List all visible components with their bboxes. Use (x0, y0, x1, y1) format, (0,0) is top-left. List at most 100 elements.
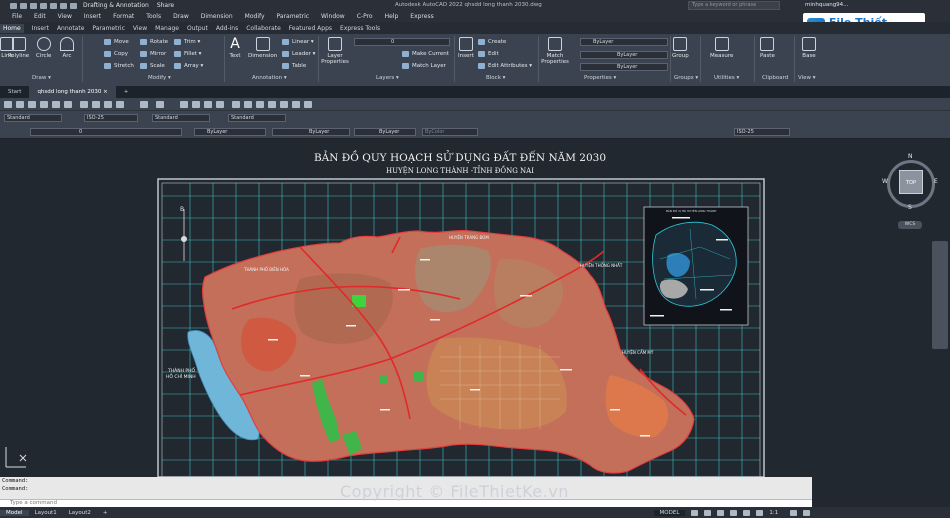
utilities-panel-label[interactable]: Utilities ▾ (714, 75, 739, 81)
plotstyle-control-dropdown[interactable]: ByColor (422, 128, 478, 136)
tab-addins[interactable]: Add-ins (216, 25, 238, 32)
linear-button[interactable]: Linear ▾ (282, 39, 314, 45)
color-dropdown[interactable]: ByLayer (580, 38, 668, 46)
dim-style-dropdown[interactable]: ISO-25 (84, 114, 138, 122)
customization-icon[interactable] (803, 509, 811, 516)
menu-cpro[interactable]: C-Pro (357, 13, 373, 20)
dim-style-control-dropdown[interactable]: ISO-25 (734, 128, 790, 136)
menu-file[interactable]: File (12, 13, 22, 20)
tab-manage[interactable]: Manage (155, 25, 179, 32)
group-tool[interactable]: Group (672, 37, 689, 59)
menu-help[interactable]: Help (385, 13, 399, 20)
paste-clip-icon[interactable] (104, 101, 112, 108)
zoom-window-icon[interactable] (204, 101, 212, 108)
quickcalc-icon[interactable] (292, 101, 300, 108)
save-as-icon[interactable] (40, 2, 47, 9)
menu-view[interactable]: View (58, 13, 72, 20)
snap-mode-icon[interactable] (704, 509, 712, 516)
create-block-button[interactable]: Create (478, 39, 506, 45)
tab-express-tools[interactable]: Express Tools (340, 25, 380, 32)
mleader-style-dropdown[interactable]: Standard (228, 114, 286, 122)
paste-tool[interactable]: Paste (760, 37, 775, 59)
workspace-switch-icon[interactable] (790, 509, 798, 516)
layer-control-dropdown[interactable]: 0 (30, 128, 182, 136)
linetype-control-dropdown[interactable]: ByLayer (272, 128, 350, 136)
menu-tools[interactable]: Tools (146, 13, 161, 20)
color-control-dropdown[interactable]: ByLayer (194, 128, 266, 136)
user-account[interactable]: minhquang94... (805, 2, 848, 8)
copy-clip-icon[interactable] (92, 101, 100, 108)
menu-draw[interactable]: Draw (173, 13, 189, 20)
edit-block-button[interactable]: Edit (478, 51, 499, 57)
viewcube[interactable]: TOP N S W E (882, 153, 938, 215)
sheet-set-icon[interactable] (268, 101, 276, 108)
tab-start[interactable]: Start (0, 89, 29, 95)
insert-tool[interactable]: Insert (458, 37, 474, 59)
undo-tb-icon[interactable] (140, 101, 148, 108)
menu-dimension[interactable]: Dimension (201, 13, 233, 20)
view-panel-label[interactable]: View ▾ (798, 75, 816, 81)
model-space-toggle[interactable]: MODEL (653, 509, 686, 516)
lineweight-display-icon[interactable] (756, 509, 764, 516)
layer-dropdown[interactable]: 0 (354, 38, 450, 46)
table-style-dropdown[interactable]: Standard (152, 114, 210, 122)
tab-view[interactable]: View (133, 25, 147, 32)
tab-parametric[interactable]: Parametric (92, 25, 125, 32)
tab-layout2[interactable]: Layout2 (63, 510, 97, 516)
share-button[interactable]: Share (157, 2, 174, 9)
match-properties-tool[interactable]: Match Properties (541, 37, 569, 65)
menu-parametric[interactable]: Parametric (277, 13, 310, 20)
fillet-button[interactable]: Fillet ▾ (174, 51, 201, 57)
compass-n[interactable]: N (908, 153, 913, 160)
cut-icon[interactable] (80, 101, 88, 108)
tab-layout1[interactable]: Layout1 (29, 510, 63, 516)
plot-icon[interactable] (50, 2, 57, 9)
menu-insert[interactable]: Insert (84, 13, 101, 20)
tab-annotate[interactable]: Annotate (57, 25, 84, 32)
modify-panel-label[interactable]: Modify ▾ (148, 75, 171, 81)
text-style-dropdown[interactable]: Standard (4, 114, 62, 122)
menu-format[interactable]: Format (113, 13, 134, 20)
copy-button[interactable]: Copy (104, 51, 128, 57)
linetype-dropdown[interactable]: ByLayer (580, 51, 668, 59)
scale-button[interactable]: Scale (140, 63, 165, 69)
search-input[interactable]: Type a keyword or phrase (688, 1, 780, 10)
undo-icon[interactable] (60, 2, 67, 9)
mirror-button[interactable]: Mirror (140, 51, 166, 57)
add-layout-button[interactable]: + (97, 510, 114, 516)
draw-panel-label[interactable]: Draw ▾ (32, 75, 51, 81)
stretch-button[interactable]: Stretch (104, 63, 134, 69)
rotate-button[interactable]: Rotate (140, 39, 168, 45)
dimension-tool[interactable]: Dimension (248, 37, 277, 59)
measure-tool[interactable]: Measure (710, 37, 733, 59)
groups-panel-label[interactable]: Groups ▾ (674, 75, 698, 81)
workspace-selector[interactable]: Drafting & Annotation (83, 2, 149, 9)
design-center-icon[interactable] (244, 101, 252, 108)
print-preview-icon[interactable] (52, 101, 60, 108)
tab-drawing-active[interactable]: qhsdd long thanh 2030 × (29, 86, 116, 98)
compass-s[interactable]: S (908, 204, 912, 211)
tab-insert[interactable]: Insert (32, 25, 49, 32)
markup-icon[interactable] (280, 101, 288, 108)
new-tab-button[interactable]: + (116, 89, 137, 95)
move-button[interactable]: Move (104, 39, 129, 45)
save-file-icon[interactable] (28, 101, 36, 108)
save-icon[interactable] (30, 2, 37, 9)
tab-home[interactable]: Home (0, 23, 24, 33)
redo-tb-icon[interactable] (156, 101, 164, 108)
tool-palettes-icon[interactable] (256, 101, 264, 108)
menu-modify[interactable]: Modify (245, 13, 265, 20)
layer-properties-tool[interactable]: Layer Properties (321, 37, 349, 65)
grid-display-icon[interactable] (691, 509, 699, 516)
match-prop-icon[interactable] (116, 101, 124, 108)
redo-icon[interactable] (70, 2, 77, 9)
menu-edit[interactable]: Edit (34, 13, 46, 20)
make-current-button[interactable]: Make Current (402, 51, 449, 57)
new-icon[interactable] (10, 2, 17, 9)
array-button[interactable]: Array ▾ (174, 63, 203, 69)
open-icon[interactable] (20, 2, 27, 9)
navigation-bar[interactable] (932, 241, 948, 349)
layers-panel-label[interactable]: Layers ▾ (376, 75, 399, 81)
close-tab-icon[interactable]: × (103, 89, 108, 95)
leader-button[interactable]: Leader ▾ (282, 51, 315, 57)
